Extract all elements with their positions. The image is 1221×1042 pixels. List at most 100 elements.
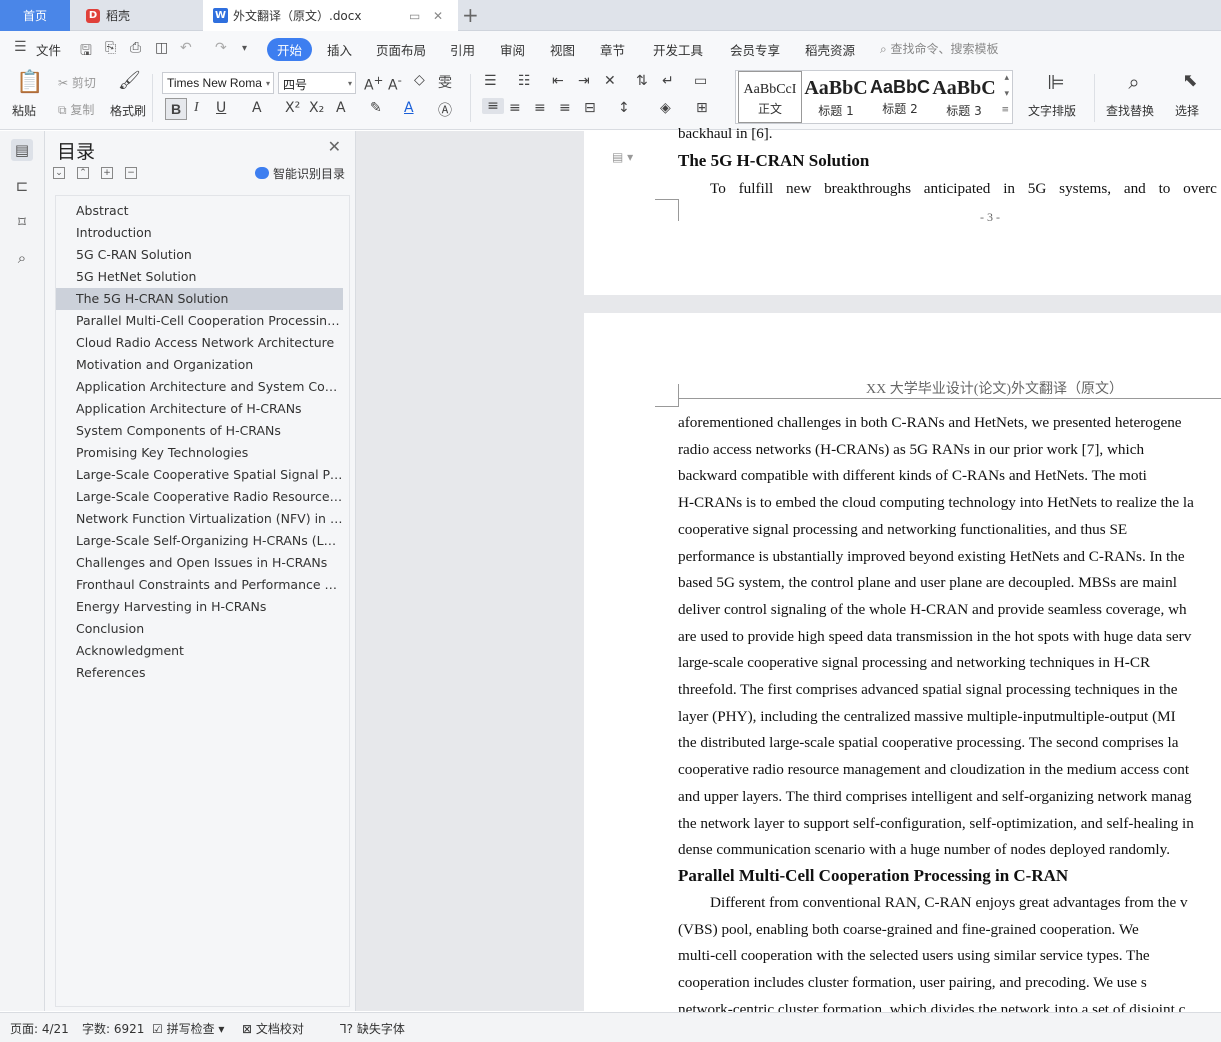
cursor-icon[interactable]: ⬉ xyxy=(1180,70,1200,91)
numbered-list-icon[interactable]: ☷ xyxy=(518,73,531,89)
phonetic-icon[interactable]: 雯 xyxy=(438,72,452,92)
menu-view[interactable]: 视图 xyxy=(550,40,575,59)
toc-item[interactable]: Challenges and Open Issues in H-CRANs xyxy=(56,552,343,574)
toc-icon[interactable]: ▤ xyxy=(11,139,33,161)
style-more-icon[interactable]: ≡ xyxy=(1001,105,1009,115)
tab-home[interactable]: 首页 xyxy=(0,0,70,31)
chapter-icon[interactable]: ⊏ xyxy=(11,175,33,197)
undo-icon[interactable]: ↶ xyxy=(180,40,192,56)
collapse-all-icon[interactable]: ⌄ xyxy=(53,167,65,179)
paste-icon[interactable]: 📋 xyxy=(16,70,43,95)
char-border-icon[interactable]: Ⓐ xyxy=(438,100,452,120)
word-count[interactable]: 字数: 6921 xyxy=(82,1020,144,1037)
ruler-icon[interactable]: ▭ xyxy=(694,73,707,89)
window-icon[interactable]: ▭ xyxy=(409,9,420,23)
style-scroll-up-icon[interactable]: ▴ xyxy=(1004,73,1009,83)
sort-icon[interactable]: ⇅ xyxy=(636,73,648,89)
select-button[interactable]: 选择 xyxy=(1175,102,1199,119)
new-tab-icon[interactable]: + xyxy=(462,4,479,26)
justify-icon[interactable]: ≡ xyxy=(559,100,571,116)
toc-item[interactable]: Promising Key Technologies xyxy=(56,442,343,464)
toc-item[interactable]: Introduction xyxy=(56,222,343,244)
format-painter-icon[interactable]: 🖌 xyxy=(118,70,141,91)
command-search[interactable]: ⌕ 查找命令、搜索模板 xyxy=(880,40,999,57)
spell-check-button[interactable]: ☑ 拼写检查 ▾ xyxy=(152,1020,224,1037)
align-right-icon[interactable]: ≡ xyxy=(534,100,546,116)
menu-insert[interactable]: 插入 xyxy=(327,40,352,59)
bookmark-icon[interactable]: ⌑ xyxy=(11,211,33,233)
save-icon[interactable]: 🖫 xyxy=(80,40,92,64)
style-heading-2[interactable]: AaBbC 标题 2 xyxy=(868,71,932,123)
menu-review[interactable]: 审阅 xyxy=(500,40,525,59)
toc-item[interactable]: The 5G H-CRAN Solution xyxy=(56,288,343,310)
bullet-list-icon[interactable]: ☰ xyxy=(484,73,497,89)
toc-item[interactable]: Application Architecture and System Comp… xyxy=(56,376,343,398)
copy-button[interactable]: ⧉ 复制 xyxy=(58,101,94,118)
text-effect-icon[interactable]: A xyxy=(336,100,346,116)
highlight-icon[interactable]: ✎ xyxy=(370,100,382,116)
toc-item[interactable]: 5G HetNet Solution xyxy=(56,266,343,288)
collapse-icon[interactable]: − xyxy=(125,167,137,179)
distributed-icon[interactable]: ⊟ xyxy=(584,100,596,116)
toc-item[interactable]: Parallel Multi-Cell Cooperation Processi… xyxy=(56,310,343,332)
superscript-icon[interactable]: X² xyxy=(285,100,300,116)
toc-item[interactable]: Large-Scale Self-Organizing H-CRANs (LS-… xyxy=(56,530,343,552)
underline-icon[interactable]: U xyxy=(216,100,226,116)
toc-item[interactable]: Abstract xyxy=(56,200,343,222)
italic-icon[interactable]: I xyxy=(194,100,199,116)
close-icon[interactable]: ✕ xyxy=(328,137,341,156)
proofread-button[interactable]: ⊠ 文档校对 xyxy=(242,1020,304,1037)
missing-font-button[interactable]: Ꞁ? 缺失字体 xyxy=(340,1020,405,1037)
toc-item[interactable]: Acknowledgment xyxy=(56,640,343,662)
format-painter-button[interactable]: 格式刷 xyxy=(110,102,146,119)
hamburger-icon[interactable]: ☰ xyxy=(14,39,27,55)
paste-button[interactable]: 粘贴 xyxy=(12,102,36,119)
menu-home[interactable]: 开始 xyxy=(267,38,313,61)
toc-item[interactable]: Fronthaul Constraints and Performance Op… xyxy=(56,574,343,596)
export-icon[interactable]: ⎘ xyxy=(105,40,116,56)
font-color-icon[interactable]: A xyxy=(404,100,414,116)
line-spacing-icon[interactable]: ↕ xyxy=(618,100,630,116)
toc-item[interactable]: System Components of H-CRANs xyxy=(56,420,343,442)
find-icon[interactable]: ⌕ xyxy=(1122,70,1146,94)
align-left-icon[interactable]: ≡ xyxy=(482,98,504,114)
cut-button[interactable]: ✂ 剪切 xyxy=(58,74,96,91)
search-icon[interactable]: ⌕ xyxy=(11,247,33,269)
clear-format-icon[interactable]: ◇ xyxy=(414,72,425,88)
menu-chapter[interactable]: 章节 xyxy=(600,40,625,59)
text-layout-button[interactable]: 文字排版 xyxy=(1028,102,1076,119)
menu-file[interactable]: 文件 xyxy=(36,40,61,59)
paragraph-mark-icon[interactable]: ↵ xyxy=(662,73,674,89)
page-count[interactable]: 页面: 4/21 xyxy=(10,1020,69,1037)
toc-item[interactable]: Network Function Virtualization (NFV) in… xyxy=(56,508,343,530)
shrink-font-icon[interactable]: A- xyxy=(388,73,402,94)
borders-icon[interactable]: ⊞ xyxy=(696,100,708,116)
toc-item[interactable]: Large-Scale Cooperative Spatial Signal P… xyxy=(56,464,343,486)
strikethrough-icon[interactable]: A xyxy=(252,100,262,116)
menu-references[interactable]: 引用 xyxy=(450,40,475,59)
toc-item[interactable]: Energy Harvesting in H-CRANs xyxy=(56,596,343,618)
quick-access-more-icon[interactable]: ▾ xyxy=(242,43,247,54)
menu-developer[interactable]: 开发工具 xyxy=(653,40,703,59)
menu-member[interactable]: 会员专享 xyxy=(730,40,780,59)
expand-icon[interactable]: + xyxy=(101,167,113,179)
toc-item[interactable]: Conclusion xyxy=(56,618,343,640)
find-replace-button[interactable]: 查找替换 xyxy=(1106,102,1154,119)
increase-indent-icon[interactable]: ⇥ xyxy=(578,73,590,89)
toc-item[interactable]: 5G C-RAN Solution xyxy=(56,244,343,266)
smart-toc-button[interactable]: 智能识别目录 xyxy=(254,165,345,182)
grow-font-icon[interactable]: A+ xyxy=(364,73,383,94)
toc-item[interactable]: Motivation and Organization xyxy=(56,354,343,376)
redo-icon[interactable]: ↷ xyxy=(215,40,227,56)
chinese-layout-icon[interactable]: ✕ xyxy=(604,73,616,89)
decrease-indent-icon[interactable]: ⇤ xyxy=(552,73,564,89)
style-heading-3[interactable]: AaBbC 标题 3 xyxy=(932,71,996,123)
toc-item[interactable]: Application Architecture of H-CRANs xyxy=(56,398,343,420)
text-layout-icon[interactable]: ⊫ xyxy=(1044,70,1068,94)
font-size-select[interactable]: 四号 ▾ xyxy=(278,72,356,94)
toc-item[interactable]: Cloud Radio Access Network Architecture xyxy=(56,332,343,354)
expand-up-icon[interactable]: ⌃ xyxy=(77,167,89,179)
paragraph-menu-icon[interactable]: ▤ ▾ xyxy=(612,150,633,164)
style-heading-1[interactable]: AaBbC 标题 1 xyxy=(804,71,868,123)
tab-daoke[interactable]: D 稻壳 xyxy=(74,0,199,31)
